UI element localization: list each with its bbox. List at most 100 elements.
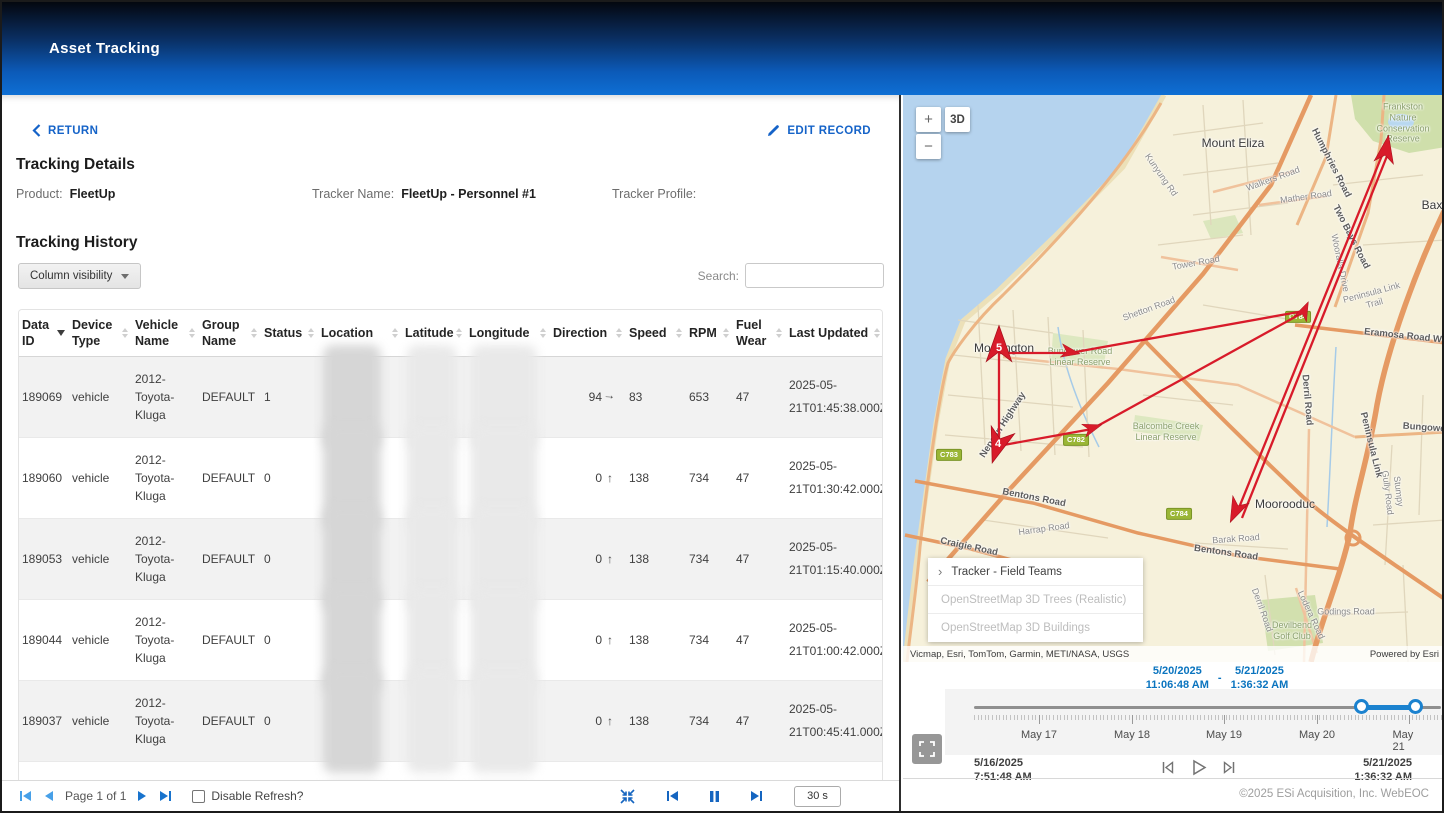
sort-icon [723, 328, 729, 338]
redacted-latitude [407, 669, 457, 773]
refresh-interval-field[interactable]: 30 s [794, 786, 841, 807]
sort-icon [676, 328, 682, 338]
timeline-day-label: May 20 [1299, 729, 1335, 741]
table-row[interactable]: 189044vehicle2012-Toyota-KlugaDEFAULT00↑… [19, 599, 883, 680]
tracker-name-value: FleetUp - Personnel #1 [401, 187, 536, 201]
table-row[interactable]: 189060vehicle2012-Toyota-KlugaDEFAULT00↑… [19, 437, 883, 518]
table-toolbar: Column visibility Search: [2, 263, 899, 299]
edit-record-link[interactable]: EDIT RECORD [767, 124, 871, 137]
tracker-profile-label: Tracker Profile: [612, 187, 696, 201]
search-input[interactable] [745, 263, 884, 288]
disable-refresh-field: Disable Refresh? [192, 789, 303, 803]
first-page-button[interactable] [18, 790, 32, 802]
cell-location [318, 680, 402, 761]
layer-item-tracker-field-teams[interactable]: › Tracker - Field Teams [928, 558, 1143, 586]
timeline-start-date: 5/16/2025 [974, 757, 1032, 771]
direction-value: 0 [595, 552, 602, 566]
cell-latitude [402, 356, 466, 437]
column-header-label: Status [264, 325, 305, 341]
column-header-rpm[interactable]: RPM [686, 310, 733, 356]
cell-rpm: 734 [686, 680, 733, 761]
next-page-button[interactable] [137, 790, 148, 802]
column-header-device_type[interactable]: Device Type [69, 310, 132, 356]
previous-page-button[interactable] [43, 790, 54, 802]
cell-last_updated: 2025-05-21T01:15:40.000Z [786, 518, 883, 599]
cell-last_updated: 2025-05-21T00:45:41.000Z [786, 680, 883, 761]
search-wrap: Search: [698, 263, 884, 288]
direction-value: 94 [589, 390, 602, 404]
map-canvas[interactable]: Mount ElizaMorningtonMoorooducBaxterFran… [903, 95, 1444, 662]
cell-latitude [402, 518, 466, 599]
timeline-day-label: May 18 [1114, 729, 1150, 741]
cell-direction: 0↑ [550, 437, 626, 518]
time-slider-section: 5/20/2025 11:06:48 AM - 5/21/2025 1:36:3… [903, 662, 1442, 811]
track-line [1236, 148, 1385, 515]
column-visibility-button[interactable]: Column visibility [18, 263, 141, 289]
restart-refresh-button[interactable] [665, 790, 679, 802]
disable-refresh-checkbox[interactable] [192, 790, 205, 803]
range-end-date: 5/21/2025 [1231, 665, 1289, 679]
column-header-fuel_wear[interactable]: Fuel Wear [733, 310, 786, 356]
column-header-data_id[interactable]: Data ID [19, 310, 69, 356]
column-header-status[interactable]: Status [261, 310, 318, 356]
collapse-icon[interactable] [620, 789, 635, 804]
column-header-speed[interactable]: Speed [626, 310, 686, 356]
time-slider-start-handle[interactable] [1354, 699, 1369, 714]
table-row[interactable]: 189037vehicle2012-Toyota-KlugaDEFAULT00↑… [19, 680, 883, 761]
cell-group_name: DEFAULT [199, 518, 261, 599]
sort-desc-icon [57, 330, 65, 336]
track-arrow-marker[interactable] [1082, 418, 1104, 437]
product-label: Product: [16, 187, 63, 201]
column-header-label: Direction [553, 325, 613, 341]
return-link[interactable]: RETURN [32, 124, 98, 137]
skip-refresh-button[interactable] [750, 790, 764, 802]
column-header-last_updated[interactable]: Last Updated [786, 310, 883, 356]
table-row[interactable]: 189069vehicle2012-Toyota-KlugaDEFAULT194… [19, 356, 883, 437]
table-row[interactable]: 189053vehicle2012-Toyota-KlugaDEFAULT00↑… [19, 518, 883, 599]
cell-longitude [466, 356, 550, 437]
map-panel: Mount ElizaMorningtonMoorooducBaxterFran… [903, 95, 1442, 811]
record-links-row: RETURN EDIT RECORD [2, 95, 899, 144]
playback-controls [1159, 758, 1238, 777]
cell-data_id: 189053 [19, 518, 69, 599]
zoom-out-button[interactable]: − [916, 134, 941, 159]
timeline-end-date: 5/21/2025 [1354, 757, 1412, 771]
tracking-details-heading: Tracking Details [16, 156, 899, 174]
cell-latitude [402, 680, 466, 761]
edit-record-label: EDIT RECORD [787, 125, 871, 137]
direction-value: 0 [595, 633, 602, 647]
zoom-in-button[interactable]: + [916, 107, 941, 132]
cell-vehicle_name: 2012-Toyota-Kluga [132, 599, 199, 680]
direction-value: 0 [595, 471, 602, 485]
layer-item-osm-3d-buildings[interactable]: OpenStreetMap 3D Buildings [928, 614, 1143, 642]
sort-icon [540, 328, 546, 338]
layers-panel: › Tracker - Field Teams OpenStreetMap 3D… [928, 558, 1143, 642]
cell-latitude [402, 599, 466, 680]
time-slider-selected-segment[interactable] [1361, 705, 1415, 710]
layer-item-osm-3d-trees[interactable]: OpenStreetMap 3D Trees (Realistic) [928, 586, 1143, 614]
cell-fuel_wear: 47 [733, 356, 786, 437]
time-slider-end-handle[interactable] [1408, 699, 1423, 714]
page-indicator: Page 1 of 1 [65, 789, 126, 803]
cell-vehicle_name: 2012-Toyota-Kluga [132, 680, 199, 761]
play-button[interactable] [1189, 758, 1208, 777]
cell-vehicle_name: 2012-Toyota-Kluga [132, 518, 199, 599]
cell-longitude [466, 599, 550, 680]
cell-rpm: 734 [686, 599, 733, 680]
map-3d-toggle-button[interactable]: 3D [945, 107, 970, 132]
step-back-button[interactable] [1159, 759, 1176, 776]
last-page-button[interactable] [159, 790, 173, 802]
cell-direction: 0↑ [550, 518, 626, 599]
tracker-name-label: Tracker Name: [312, 187, 394, 201]
cell-vehicle_name: 2012-Toyota-Kluga [132, 356, 199, 437]
step-forward-button[interactable] [1221, 759, 1238, 776]
track-arrow-marker[interactable] [1294, 299, 1314, 322]
tracker-name-field: Tracker Name: FleetUp - Personnel #1 [312, 187, 612, 201]
direction-arrow-icon: ↑ [603, 393, 617, 400]
column-header-group_name[interactable]: Group Name [199, 310, 261, 356]
cell-data_id: 189044 [19, 599, 69, 680]
column-header-vehicle_name[interactable]: Vehicle Name [132, 310, 199, 356]
redacted-longitude [471, 669, 537, 773]
pause-refresh-button[interactable] [709, 790, 720, 803]
column-header-direction[interactable]: Direction [550, 310, 626, 356]
